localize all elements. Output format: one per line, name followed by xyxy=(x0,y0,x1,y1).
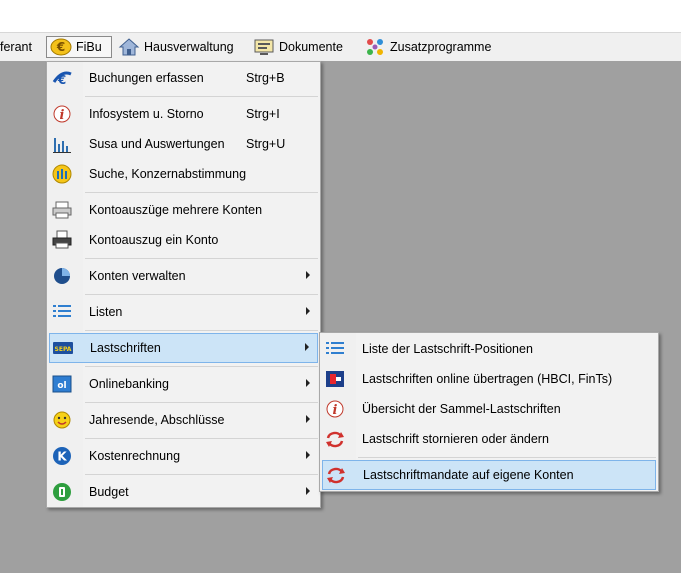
bank-icon: ol xyxy=(51,374,73,394)
menu-separator xyxy=(85,474,318,475)
menu-item-budget[interactable]: Budget xyxy=(49,478,318,506)
menubar-label: Hausverwaltung xyxy=(144,40,234,54)
refresh-icon xyxy=(325,465,347,485)
submenu-arrow-icon xyxy=(306,271,310,279)
submenu-arrow-icon xyxy=(305,343,309,351)
menu-item-label: Liste der Lastschrift-Positionen xyxy=(362,342,533,356)
menubar-label: FiBu xyxy=(76,40,102,54)
menu-item-susa[interactable]: Susa und Auswertungen Strg+U xyxy=(49,130,318,158)
svg-text:€: € xyxy=(57,73,66,87)
menu-separator xyxy=(358,457,656,458)
svg-text:€: € xyxy=(56,40,65,54)
menu-item-lastschriften[interactable]: SEPA Lastschriften xyxy=(49,333,318,363)
menu-item-onlinebanking[interactable]: ol Onlinebanking xyxy=(49,370,318,398)
svg-text:SEPA: SEPA xyxy=(55,346,72,353)
menubar-item-dokumente[interactable]: Dokumente xyxy=(253,36,343,58)
menu-separator xyxy=(85,330,318,331)
menu-item-kontoauszug-ein[interactable]: Kontoauszug ein Konto xyxy=(49,226,318,254)
menu-item-label: Buchungen erfassen xyxy=(89,71,204,85)
hbci-icon xyxy=(324,369,346,389)
menu-item-label: Lastschriften online übertragen (HBCI, F… xyxy=(362,372,613,386)
calendar-smiley-icon xyxy=(51,410,73,430)
menu-item-label: Susa und Auswertungen xyxy=(89,137,225,151)
menu-item-shortcut: Strg+I xyxy=(246,107,280,121)
menubar-item-zusatzprogramme[interactable]: Zusatzprogramme xyxy=(364,36,491,58)
info-icon: i xyxy=(324,399,346,419)
euro-arrow-icon: € xyxy=(51,68,73,88)
menu-item-label: Kontoauszug ein Konto xyxy=(89,233,219,247)
menu-item-label: Lastschrift stornieren oder ändern xyxy=(362,432,549,446)
svg-text:ol: ol xyxy=(57,381,66,391)
menu-separator xyxy=(85,402,318,403)
info-icon: i xyxy=(51,104,73,124)
menu-item-kontoauszuege-mehrere[interactable]: Kontoauszüge mehrere Konten xyxy=(49,196,318,224)
list-icon xyxy=(51,302,73,322)
bar-chart-icon xyxy=(51,134,73,154)
menu-separator xyxy=(85,366,318,367)
submenu-arrow-icon xyxy=(306,415,310,423)
pie-icon xyxy=(51,266,73,286)
k-circle-icon: K xyxy=(51,446,73,466)
menu-item-label: Kostenrechnung xyxy=(89,449,181,463)
menu-separator xyxy=(85,96,318,97)
refresh-icon xyxy=(324,429,346,449)
menu-item-buchungen-erfassen[interactable]: € Buchungen erfassen Strg+B xyxy=(49,64,318,92)
menu-item-label: Kontoauszüge mehrere Konten xyxy=(89,203,263,217)
search-building-icon xyxy=(51,164,73,184)
menu-item-label: Lastschriftmandate auf eigene Konten xyxy=(363,468,574,482)
submenu-item-stornieren[interactable]: Lastschrift stornieren oder ändern xyxy=(322,425,656,453)
menu-item-label: Konten verwalten xyxy=(89,269,186,283)
menu-separator xyxy=(85,294,318,295)
menu-item-label: Jahresende, Abschlüsse xyxy=(89,413,225,427)
lastschriften-submenu: Liste der Lastschrift-Positionen Lastsch… xyxy=(319,332,659,492)
menu-item-jahresende[interactable]: Jahresende, Abschlüsse xyxy=(49,406,318,434)
menu-item-label: Suche, Konzernabstimmung xyxy=(89,167,247,181)
window-top-strip xyxy=(0,0,681,33)
b-circle-icon xyxy=(51,482,73,502)
submenu-arrow-icon xyxy=(306,307,310,315)
menubar-item-fibu[interactable]: € FiBu xyxy=(46,36,112,58)
menubar-label: ferant xyxy=(0,40,32,54)
house-icon xyxy=(118,37,140,57)
menu-separator xyxy=(85,258,318,259)
menu-bar: ferant € FiBu Hausverwaltung Dokumente Z… xyxy=(0,33,681,61)
menu-item-konten-verwalten[interactable]: Konten verwalten xyxy=(49,262,318,290)
euro-coin-icon: € xyxy=(50,37,72,57)
menu-item-label: Onlinebanking xyxy=(89,377,169,391)
menubar-label: Dokumente xyxy=(279,40,343,54)
menu-item-shortcut: Strg+B xyxy=(246,71,285,85)
menu-item-label: Listen xyxy=(89,305,123,319)
menu-item-label: Übersicht der Sammel-Lastschriften xyxy=(362,402,561,416)
submenu-arrow-icon xyxy=(306,487,310,495)
menu-item-kostenrechnung[interactable]: K Kostenrechnung xyxy=(49,442,318,470)
sepa-card-icon: SEPA xyxy=(52,338,74,358)
document-monitor-icon xyxy=(253,37,275,57)
submenu-arrow-icon xyxy=(306,379,310,387)
list-icon xyxy=(324,339,346,359)
menu-item-shortcut: Strg+U xyxy=(246,137,286,151)
menu-item-suche[interactable]: Suche, Konzernabstimmung xyxy=(49,160,318,188)
menubar-item-ferant[interactable]: ferant xyxy=(0,36,32,58)
submenu-item-uebersicht-sammel[interactable]: i Übersicht der Sammel-Lastschriften xyxy=(322,395,656,423)
svg-text:i: i xyxy=(333,403,338,418)
menu-separator xyxy=(85,438,318,439)
menu-item-label: Budget xyxy=(89,485,129,499)
submenu-item-liste-positionen[interactable]: Liste der Lastschrift-Positionen xyxy=(322,335,656,363)
printer-icon xyxy=(51,200,73,220)
menu-item-label: Lastschriften xyxy=(90,341,161,355)
menubar-item-hausverwaltung[interactable]: Hausverwaltung xyxy=(118,36,234,58)
printer-page-icon xyxy=(51,230,73,250)
submenu-item-lastschriftmandate[interactable]: Lastschriftmandate auf eigene Konten xyxy=(322,460,656,490)
fibu-dropdown-menu: € Buchungen erfassen Strg+B i Infosystem… xyxy=(46,61,321,508)
menu-item-label: Infosystem u. Storno xyxy=(89,107,204,121)
submenu-item-online-uebertragen[interactable]: Lastschriften online übertragen (HBCI, F… xyxy=(322,365,656,393)
menubar-label: Zusatzprogramme xyxy=(390,40,492,54)
menu-item-listen[interactable]: Listen xyxy=(49,298,318,326)
svg-text:i: i xyxy=(60,108,65,123)
menu-separator xyxy=(85,192,318,193)
pinwheel-icon xyxy=(364,37,386,57)
menu-item-infosystem[interactable]: i Infosystem u. Storno Strg+I xyxy=(49,100,318,128)
svg-text:K: K xyxy=(57,450,67,464)
submenu-arrow-icon xyxy=(306,451,310,459)
